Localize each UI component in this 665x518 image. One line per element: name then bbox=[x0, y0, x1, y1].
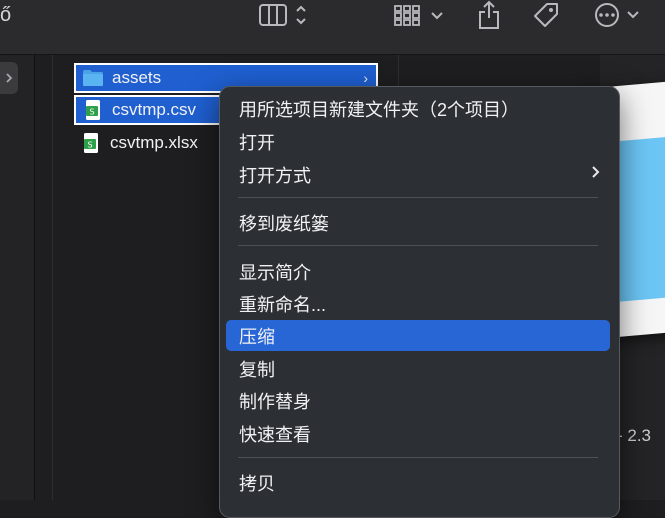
svg-text:S: S bbox=[87, 141, 92, 150]
folder-icon bbox=[83, 70, 103, 86]
more-options-button[interactable] bbox=[590, 0, 652, 30]
menu-item-new-folder-with-selection[interactable]: 用所选项目新建文件夹（2个项目） bbox=[226, 93, 610, 124]
sidebar-expand-button[interactable] bbox=[0, 62, 18, 94]
context-menu: 用所选项目新建文件夹（2个项目） 打开 打开方式 移到废纸篓 显示简介 重新命名… bbox=[219, 86, 620, 518]
svg-text:S: S bbox=[89, 108, 94, 117]
menu-item-label: 移到废纸篓 bbox=[239, 213, 329, 234]
menu-item-label: 打开 bbox=[239, 132, 275, 153]
menu-item-label: 压缩 bbox=[239, 326, 275, 347]
menu-item-get-info[interactable]: 显示简介 bbox=[226, 256, 610, 287]
menu-item-label: 用所选项目新建文件夹（2个项目） bbox=[239, 99, 520, 120]
spreadsheet-file-icon: S bbox=[84, 133, 98, 153]
menu-separator bbox=[238, 197, 598, 198]
app-glyph: ő bbox=[0, 4, 12, 26]
column-view-button[interactable] bbox=[252, 0, 310, 30]
more-options-icon bbox=[595, 3, 639, 27]
menu-item-label: 快速查看 bbox=[239, 424, 311, 445]
menu-separator bbox=[238, 245, 598, 246]
menu-item-open[interactable]: 打开 bbox=[226, 126, 610, 157]
group-button[interactable] bbox=[388, 0, 450, 30]
column-view-icon bbox=[259, 4, 306, 26]
share-icon bbox=[479, 0, 499, 29]
menu-separator bbox=[238, 457, 598, 458]
menu-item-copy[interactable]: 拷贝 bbox=[226, 467, 610, 498]
finder-toolbar: ő bbox=[0, 0, 665, 55]
chevron-right-icon bbox=[591, 165, 600, 184]
menu-item-label: 重新命名... bbox=[239, 294, 327, 315]
spreadsheet-file-icon: S bbox=[86, 100, 100, 120]
chevron-right-icon bbox=[6, 73, 13, 83]
menu-item-label: 打开方式 bbox=[239, 165, 311, 186]
menu-item-move-to-trash[interactable]: 移到废纸篓 bbox=[226, 207, 610, 238]
file-name: csvtmp.csv bbox=[112, 100, 197, 119]
menu-item-label: 制作替身 bbox=[239, 391, 311, 412]
menu-item-quick-look[interactable]: 快速查看 bbox=[226, 418, 610, 449]
menu-item-label: 显示简介 bbox=[239, 262, 311, 283]
tag-button[interactable] bbox=[528, 0, 564, 30]
menu-item-make-alias[interactable]: 制作替身 bbox=[226, 385, 610, 416]
chevron-right-icon: › bbox=[363, 70, 368, 86]
menu-item-open-with[interactable]: 打开方式 bbox=[226, 159, 610, 190]
share-button[interactable] bbox=[472, 0, 506, 30]
file-name: assets bbox=[112, 68, 162, 87]
column-divider bbox=[52, 55, 53, 500]
menu-item-rename[interactable]: 重新命名... bbox=[226, 288, 610, 319]
menu-item-label: 复制 bbox=[239, 359, 275, 380]
tag-icon bbox=[534, 3, 558, 27]
sidebar bbox=[0, 55, 35, 500]
preview-caption: - 2.3 bbox=[617, 426, 652, 445]
menu-item-compress[interactable]: 压缩 bbox=[226, 320, 610, 351]
group-grid-icon bbox=[394, 5, 443, 26]
menu-item-duplicate[interactable]: 复制 bbox=[226, 353, 610, 384]
menu-item-label: 拷贝 bbox=[239, 473, 275, 494]
file-name: csvtmp.xlsx bbox=[110, 133, 198, 152]
